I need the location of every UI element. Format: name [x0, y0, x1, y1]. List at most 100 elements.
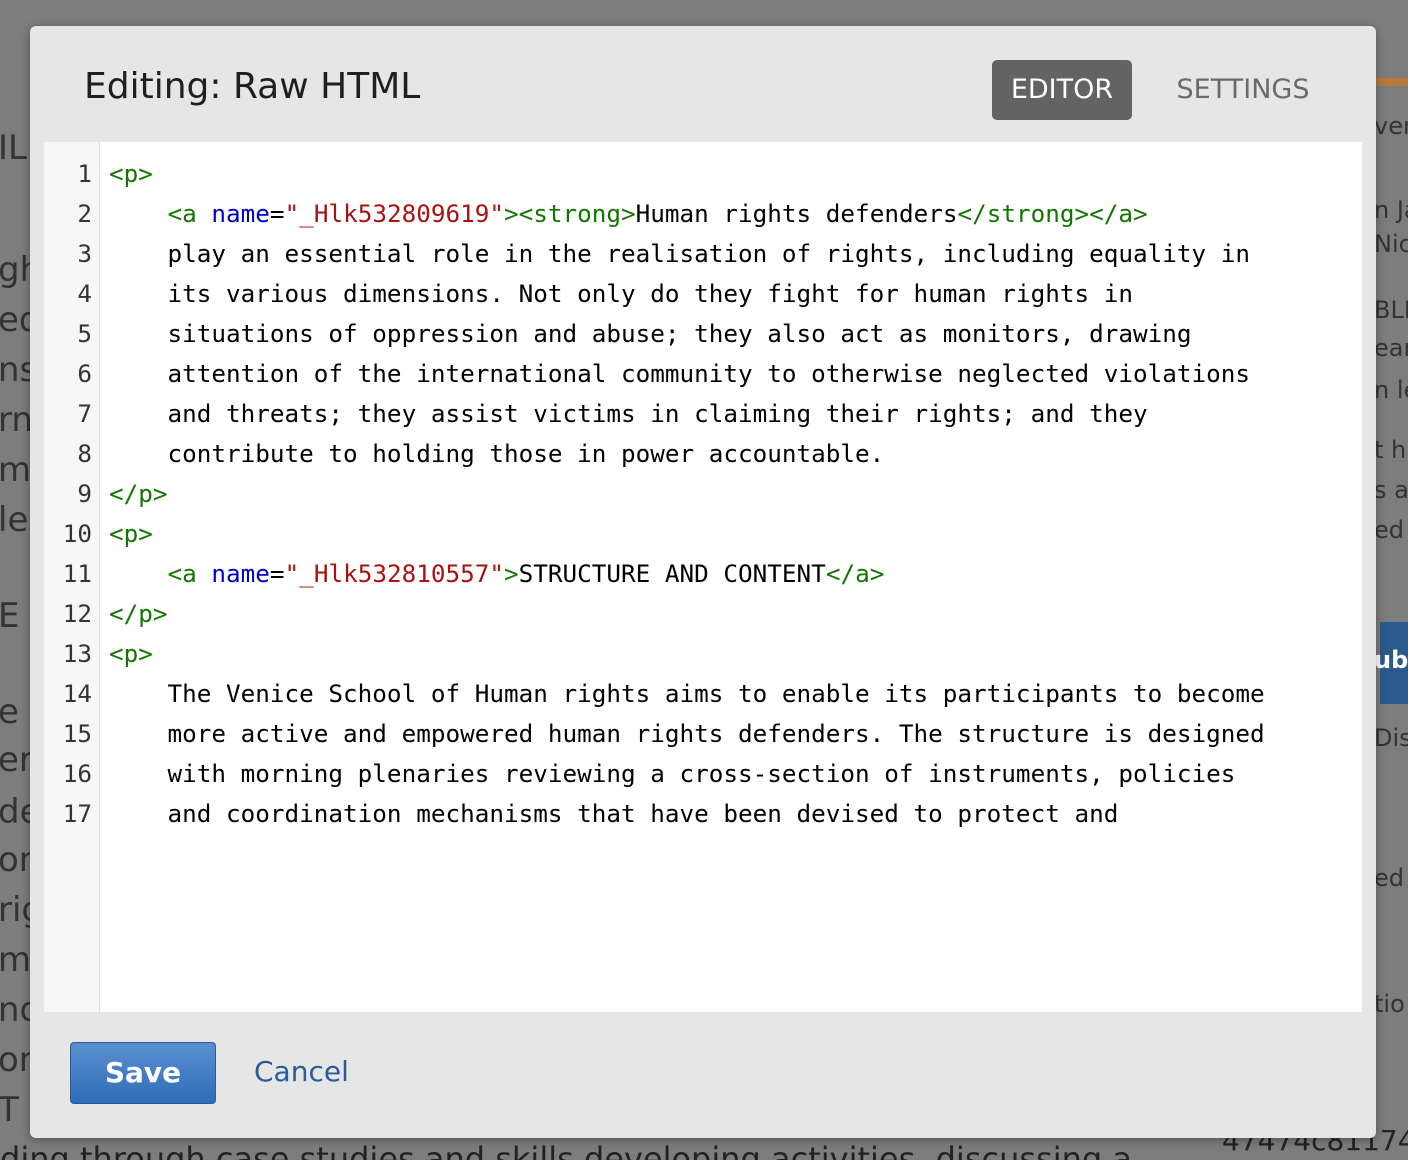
- code-line: 7 and threats; they assist victims in cl…: [44, 394, 1362, 434]
- background-text-fragment: ver: [1374, 112, 1408, 140]
- code-token-tag: </p>: [109, 479, 168, 508]
- line-number: 16: [62, 759, 92, 788]
- code-line: 6 attention of the international communi…: [44, 354, 1362, 394]
- code-token-tag: <p>: [109, 519, 153, 548]
- background-text-fragment: ub: [1374, 646, 1408, 674]
- code-token-plain: attention of the international community…: [109, 359, 1250, 388]
- background-text-fragment: s a: [1374, 476, 1408, 504]
- code-token-attr: name: [211, 559, 270, 588]
- code-line: 2 <a name="_Hlk532809619"><strong>Human …: [44, 194, 1362, 234]
- code-line-text: <p>: [109, 154, 1362, 194]
- background-text-fragment: er: [0, 740, 33, 780]
- code-token-tag: <p>: [109, 639, 153, 668]
- code-token-plain: more active and empowered human rights d…: [109, 719, 1265, 748]
- code-line-text: contribute to holding those in power acc…: [109, 434, 1362, 474]
- background-text-fragment: ed: [1374, 516, 1404, 544]
- line-number: 14: [62, 679, 92, 708]
- background-text-fragment: T: [0, 1090, 19, 1130]
- code-line: 17 and coordination mechanisms that have…: [44, 794, 1362, 834]
- code-token-tag: >: [503, 559, 519, 588]
- background-text-fragment: ed: [1374, 864, 1404, 892]
- code-line: 16 with morning plenaries reviewing a cr…: [44, 754, 1362, 794]
- code-line: 4 its various dimensions. Not only do th…: [44, 274, 1362, 314]
- background-text-fragment: ear: [1374, 334, 1408, 362]
- code-line-text: its various dimensions. Not only do they…: [109, 274, 1362, 314]
- code-token-tag: <a: [167, 559, 212, 588]
- code-token-plain: contribute to holding those in power acc…: [109, 439, 885, 468]
- background-accent-bar: [1376, 78, 1408, 86]
- dialog-title: Editing: Raw HTML: [84, 66, 421, 107]
- code-token-plain: =: [269, 199, 285, 228]
- code-line: 1 <p>: [44, 154, 1362, 194]
- code-line-text: situations of oppression and abuse; they…: [109, 314, 1362, 354]
- code-content[interactable]: 1 <p> 2 <a name="_Hlk532809619"><strong>Hu…: [44, 154, 1362, 834]
- code-line-text: <a name="_Hlk532809619"><strong>Human ri…: [109, 194, 1362, 234]
- save-button[interactable]: Save: [70, 1042, 216, 1104]
- raw-html-editor-dialog: Editing: Raw HTML EDITOR SETTINGS 1 <p> 2 …: [30, 26, 1376, 1138]
- tab-settings[interactable]: SETTINGS: [1160, 60, 1326, 120]
- background-text-fragment: Nic: [1374, 230, 1408, 258]
- line-number: 7: [77, 399, 92, 428]
- code-token-plain: with morning plenaries reviewing a cross…: [109, 759, 1236, 788]
- code-line-text: <p>: [109, 634, 1362, 674]
- background-text-fragment: n Ja: [1374, 196, 1408, 224]
- background-text-fragment: rn: [0, 400, 33, 440]
- code-token-str: "_Hlk532810557": [284, 559, 504, 588]
- line-number: 11: [62, 559, 92, 588]
- code-token-plain: =: [269, 559, 285, 588]
- code-token-attr: name: [211, 199, 270, 228]
- code-token-tag: <a: [167, 199, 212, 228]
- background-text-fragment: Dis: [1374, 724, 1408, 752]
- code-line-text: </p>: [109, 474, 1362, 514]
- code-token-tag: <p>: [109, 159, 153, 188]
- line-number: 5: [77, 319, 92, 348]
- line-number: 4: [77, 279, 92, 308]
- code-line-text: and threats; they assist victims in clai…: [109, 394, 1362, 434]
- code-token-tag: </p>: [109, 599, 168, 628]
- code-token-tag: </a>: [825, 559, 885, 588]
- line-number: 3: [77, 239, 92, 268]
- code-token-plain: and threats; they assist victims in clai…: [109, 399, 1148, 428]
- code-token-plain: Human rights defenders: [635, 199, 958, 228]
- background-bottom-text: ding through case studies and skills dev…: [0, 1140, 1132, 1160]
- line-number: 1: [77, 159, 92, 188]
- code-token-tag: ><strong>: [503, 199, 636, 228]
- code-line: 11 <a name="_Hlk532810557">STRUCTURE AND…: [44, 554, 1362, 594]
- line-number: 6: [77, 359, 92, 388]
- line-number: 12: [62, 599, 92, 628]
- code-line-text: </p>: [109, 594, 1362, 634]
- code-token-plain: play an essential role in the realisatio…: [109, 239, 1250, 268]
- code-line-text: and coordination mechanisms that have be…: [109, 794, 1362, 834]
- line-number: 8: [77, 439, 92, 468]
- line-number: 10: [62, 519, 92, 548]
- code-token-plain: The Venice School of Human rights aims t…: [109, 679, 1265, 708]
- code-token-str: "_Hlk532809619": [284, 199, 504, 228]
- tab-editor[interactable]: EDITOR: [992, 60, 1132, 120]
- background-text-fragment: tio: [1374, 990, 1405, 1018]
- code-token-plain: situations of oppression and abuse; they…: [109, 319, 1192, 348]
- background-text-fragment: t h: [1374, 436, 1407, 464]
- code-line: 5 situations of oppression and abuse; th…: [44, 314, 1362, 354]
- code-line-text: attention of the international community…: [109, 354, 1362, 394]
- code-token-tag: </strong></a>: [957, 199, 1148, 228]
- background-text-fragment: BLE: [1374, 296, 1408, 324]
- code-line: 14 The Venice School of Human rights aim…: [44, 674, 1362, 714]
- code-editor[interactable]: 1 <p> 2 <a name="_Hlk532809619"><strong>Hu…: [44, 142, 1362, 1012]
- code-line-text: play an essential role in the realisatio…: [109, 234, 1362, 274]
- code-line-text: more active and empowered human rights d…: [109, 714, 1362, 754]
- line-number: 9: [77, 479, 92, 508]
- code-token-plain: and coordination mechanisms that have be…: [109, 799, 1119, 828]
- cancel-button[interactable]: Cancel: [254, 1042, 349, 1104]
- code-line-text: <p>: [109, 514, 1362, 554]
- line-number: 15: [62, 719, 92, 748]
- background-text-fragment: IL: [0, 128, 27, 168]
- code-line: 3 play an essential role in the realisat…: [44, 234, 1362, 274]
- code-line: 12 </p>: [44, 594, 1362, 634]
- line-number: 2: [77, 199, 92, 228]
- line-number: 13: [62, 639, 92, 668]
- background-text-fragment: m: [0, 940, 32, 980]
- line-number: 17: [62, 799, 92, 828]
- code-line: 10 <p>: [44, 514, 1362, 554]
